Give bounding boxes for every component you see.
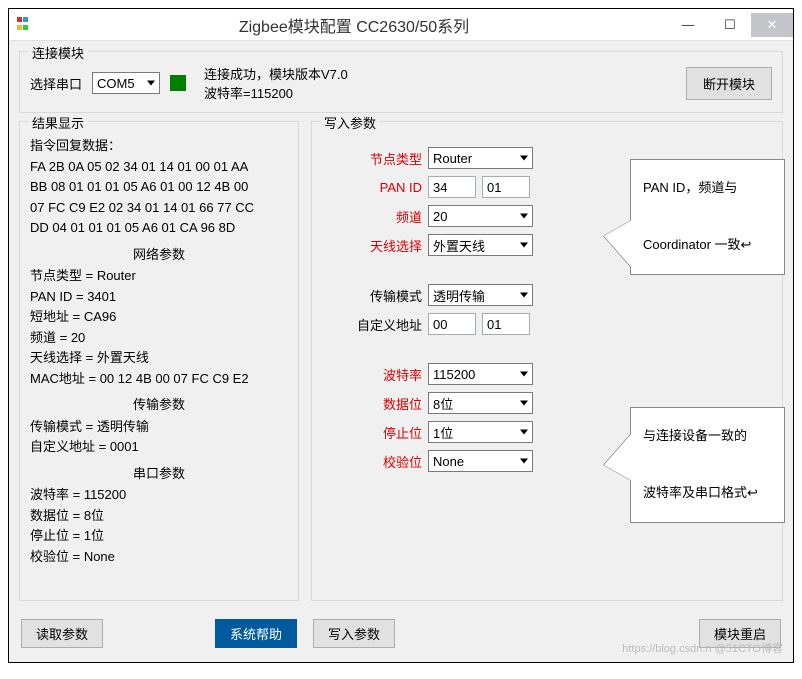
node-type-label: 节点类型 <box>322 149 422 168</box>
watermark: https://blog.csdn.n @51CTO博客 <box>622 640 783 656</box>
baud-label: 波特率 <box>322 365 422 384</box>
result-group-title: 结果显示 <box>28 113 88 132</box>
status-line-1: 连接成功，模块版本V7.0 <box>204 64 348 83</box>
help-button[interactable]: 系统帮助 <box>215 619 297 648</box>
result-group: 结果显示 指令回复数据： FA 2B 0A 05 02 34 01 14 01 … <box>19 121 299 601</box>
write-group-title: 写入参数 <box>320 113 380 132</box>
parity-label: 校验位 <box>322 452 422 471</box>
stopbits-label: 停止位 <box>322 423 422 442</box>
titlebar: Zigbee模块配置 CC2630/50系列 — ☐ ✕ <box>9 9 793 41</box>
write-button[interactable]: 写入参数 <box>313 619 395 648</box>
custom-addr-input-2[interactable]: 01 <box>482 313 530 335</box>
parity-select[interactable]: None <box>428 450 533 472</box>
panid-input-2[interactable]: 01 <box>482 176 530 198</box>
databits-label: 数据位 <box>322 394 422 413</box>
callout-panid: PAN ID，频道与 Coordinator 一致↩ <box>630 159 785 275</box>
status-indicator-icon <box>170 75 186 91</box>
read-button[interactable]: 读取参数 <box>21 619 103 648</box>
status-line-2: 波特率=115200 <box>204 83 348 102</box>
trans-mode-select[interactable]: 透明传输 <box>428 284 533 306</box>
antenna-select[interactable]: 外置天线 <box>428 234 533 256</box>
baud-select[interactable]: 115200 <box>428 363 533 385</box>
connect-group: 连接模块 选择串口 COM5 连接成功，模块版本V7.0 波特率=115200 … <box>19 51 783 113</box>
panid-input-1[interactable]: 34 <box>428 176 476 198</box>
disconnect-button[interactable]: 断开模块 <box>686 67 772 100</box>
stopbits-select[interactable]: 1位 <box>428 421 533 443</box>
minimize-button[interactable]: — <box>667 13 709 37</box>
window-title: Zigbee模块配置 CC2630/50系列 <box>41 13 667 37</box>
node-type-select[interactable]: Router <box>428 147 533 169</box>
port-select[interactable]: COM5 <box>92 72 160 94</box>
databits-select[interactable]: 8位 <box>428 392 533 414</box>
channel-select[interactable]: 20 <box>428 205 533 227</box>
app-icon <box>17 17 33 33</box>
result-body: 指令回复数据： FA 2B 0A 05 02 34 01 14 01 00 01… <box>30 134 288 569</box>
close-button[interactable]: ✕ <box>751 13 793 37</box>
antenna-label: 天线选择 <box>322 236 422 255</box>
custom-addr-label: 自定义地址 <box>322 315 422 334</box>
panid-label: PAN ID <box>322 180 422 195</box>
channel-label: 频道 <box>322 207 422 226</box>
port-label: 选择串口 <box>30 74 82 93</box>
custom-addr-input-1[interactable]: 00 <box>428 313 476 335</box>
callout-serial: 与连接设备一致的 波特率及串口格式↩ <box>630 407 785 523</box>
trans-mode-label: 传输模式 <box>322 286 422 305</box>
connect-group-title: 连接模块 <box>28 43 88 62</box>
maximize-button[interactable]: ☐ <box>709 13 751 37</box>
